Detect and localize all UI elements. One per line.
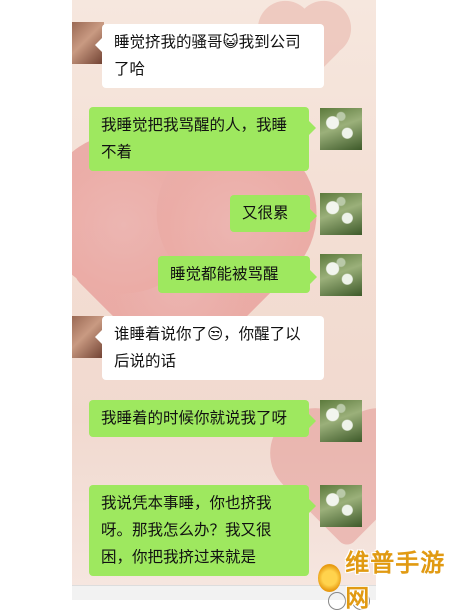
my-avatar[interactable] [320,400,362,442]
message-bubble-sent[interactable]: 我睡觉把我骂醒的人，我睡不着 [89,107,316,171]
message-bubble-received[interactable]: 谁睡着说你了😒，你醒了以后说的话 [95,316,324,380]
watermark-logo-icon [318,564,342,592]
watermark-text: 维普手游网 [345,549,446,612]
message-bubble-sent[interactable]: 我睡着的时候你就说我了呀 [89,400,316,437]
watermark: 维普手游网 [318,549,449,612]
chat-area: 睡觉挤我的骚哥😺我到公司了哈 我睡觉把我骂醒的人，我睡不着 又很累 睡觉都能被骂… [72,0,376,600]
my-avatar[interactable] [320,485,362,527]
my-avatar[interactable] [320,108,362,150]
message-bubble-sent[interactable]: 又很累 [230,195,317,232]
my-avatar[interactable] [320,254,362,296]
my-avatar[interactable] [320,193,362,235]
message-bubble-sent[interactable]: 我说凭本事睡，你也挤我呀。那我怎么办？我又很困，你把我挤过来就是 [89,485,316,576]
message-bubble-received[interactable]: 睡觉挤我的骚哥😺我到公司了哈 [95,24,324,88]
message-bubble-sent[interactable]: 睡觉都能被骂醒 [158,256,317,293]
